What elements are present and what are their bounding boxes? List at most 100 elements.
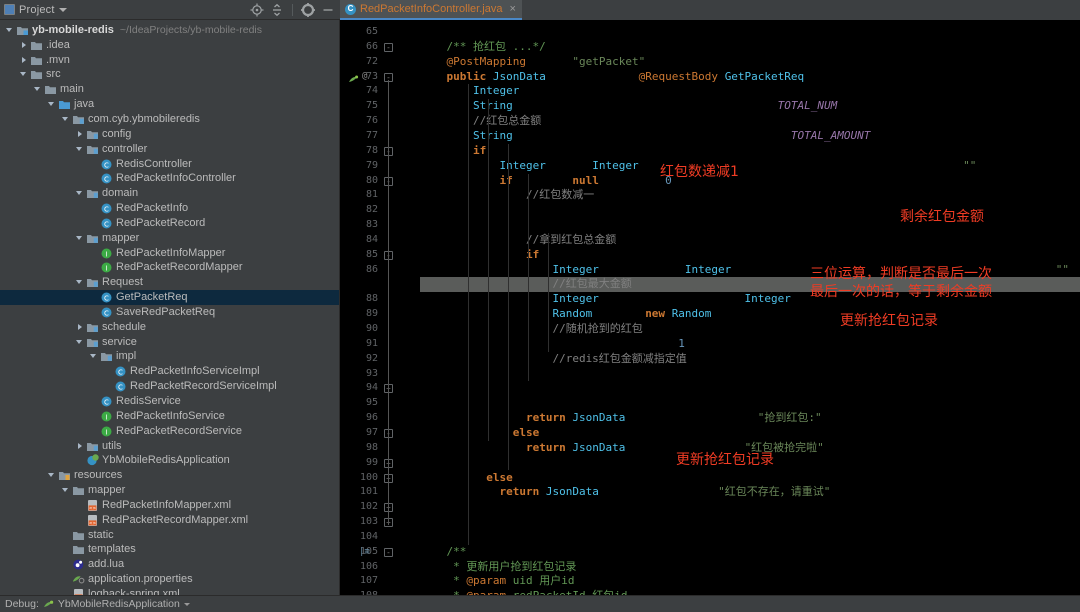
code-line[interactable]: //随机抢到的红包 xyxy=(420,322,643,337)
chevron-right-icon[interactable] xyxy=(20,41,29,50)
tree-item--mvn[interactable]: .mvn xyxy=(0,53,339,68)
code-line[interactable]: //红包最大金额 xyxy=(420,277,632,292)
code-line[interactable]: @PostMapping("str">"getPacket") xyxy=(420,55,652,70)
editor-gutter[interactable]: 6566727374757677787980818283848586888990… xyxy=(340,20,420,595)
code-line[interactable]: updateRedPacketInDB(req.getUid(),req.get… xyxy=(420,396,976,411)
tree-item-impl[interactable]: impl xyxy=(0,350,339,365)
code-line[interactable]: randomAmount =num==1?totalAmount:random.… xyxy=(420,337,937,352)
tree-item-redpacketinfomapper-xml[interactable]: <>RedPacketInfoMapper.xml xyxy=(0,498,339,513)
code-line[interactable]: } else { xyxy=(420,471,526,486)
tree-item-com-cyb-ybmobileredis[interactable]: com.cyb.ybmobileredis xyxy=(0,112,339,127)
tree-item-templates[interactable]: templates xyxy=(0,543,339,558)
chevron-down-icon[interactable] xyxy=(90,352,99,361)
tree-item-redisservice[interactable]: CRedisService xyxy=(0,394,339,409)
code-line[interactable]: * @param redPacketId 红包id xyxy=(420,589,627,595)
code-line[interactable]: } xyxy=(420,500,480,515)
tree-item-config[interactable]: config xyxy=(0,127,339,142)
code-line[interactable]: * @param uid 用户id xyxy=(420,574,574,589)
tree-item--idea[interactable]: .idea xyxy=(0,38,339,53)
chevron-down-icon[interactable] xyxy=(76,278,85,287)
tree-item-logback-spring-xml[interactable]: <>logback-spring.xml xyxy=(0,587,339,595)
tree-item-utils[interactable]: utils xyxy=(0,439,339,454)
tree-item-redpacketinfoserviceimpl[interactable]: CRedPacketInfoServiceImpl xyxy=(0,364,339,379)
tree-item-domain[interactable]: domain xyxy=(0,186,339,201)
close-icon[interactable]: × xyxy=(509,3,515,15)
collapse-all-icon[interactable] xyxy=(269,2,285,18)
code-line[interactable]: public JsonData getRedPacket(@RequestBod… xyxy=(420,70,851,85)
tree-item-redpacketrecord[interactable]: CRedPacketRecord xyxy=(0,216,339,231)
chevron-down-icon[interactable] xyxy=(48,471,57,480)
code-line[interactable]: Random random=new Random(); xyxy=(420,307,731,322)
chevron-right-icon[interactable] xyxy=(20,56,29,65)
chevron-down-icon[interactable] xyxy=(48,100,57,109)
editor-tab-redpacketinfocontroller[interactable]: C RedPacketInfoController.java × xyxy=(340,0,522,20)
tree-item-request[interactable]: Request xyxy=(0,275,339,290)
status-bar-config-name[interactable]: YbMobileRedisApplication xyxy=(58,598,180,610)
code-line[interactable]: } else { xyxy=(420,426,552,441)
code-line[interactable]: /** 抢红包 ...*/ xyxy=(420,40,546,55)
tree-item-redpacketrecordservice[interactable]: IRedPacketRecordService xyxy=(0,424,339,439)
code-line[interactable]: //拿到红包总金额 xyxy=(420,233,616,248)
tree-item-static[interactable]: static xyxy=(0,528,339,543)
tree-item-controller[interactable]: controller xyxy=(0,142,339,157)
code-line[interactable]: Integer randomAmount=0; xyxy=(420,84,625,99)
tree-item-java[interactable]: java xyxy=(0,97,339,112)
tree-item-resources[interactable]: resources xyxy=(0,468,339,483)
tree-item-redpacketinfoservice[interactable]: IRedPacketInfoService xyxy=(0,409,339,424)
chevron-down-icon[interactable] xyxy=(76,189,85,198)
tree-item-redpacketrecordserviceimpl[interactable]: CRedPacketRecordServiceImpl xyxy=(0,379,339,394)
code-line[interactable]: /** xyxy=(420,545,466,560)
chevron-down-icon[interactable] xyxy=(6,26,15,35)
tree-item-yb-mobile-redis[interactable]: yb-mobile-redis~/IdeaProjects/yb-mobile-… xyxy=(0,23,339,38)
tree-item-mapper[interactable]: mapper xyxy=(0,231,339,246)
tree-item-redpacketrecordmapper-xml[interactable]: <>RedPacketRecordMapper.xml xyxy=(0,513,339,528)
tree-item-redpacketinfo[interactable]: CRedPacketInfo xyxy=(0,201,339,216)
annotation-gutter-icon[interactable]: @ xyxy=(362,71,367,81)
tree-item-src[interactable]: src xyxy=(0,68,339,83)
chevron-down-icon[interactable] xyxy=(76,234,85,243)
code-content[interactable]: /** 抢红包 ...*/ @PostMapping("str">"getPac… xyxy=(420,20,1080,595)
code-line[interactable]: String redPacketName = req.getRedPacketI… xyxy=(420,99,844,114)
tree-item-saveredpacketreq[interactable]: CSaveRedPacketReq xyxy=(0,305,339,320)
code-line[interactable]: return JsonData.buildError("str">"红包被抢完啦… xyxy=(420,441,837,456)
code-line[interactable]: return JsonData.buildError("str">"红包不存在，… xyxy=(420,485,844,500)
code-line[interactable]: //redis红包金额减指定值 xyxy=(420,352,687,367)
tree-item-redpacketrecordmapper[interactable]: IRedPacketRecordMapper xyxy=(0,261,339,276)
code-line[interactable]: //红包总金额 xyxy=(420,114,541,129)
usage-gutter-icon[interactable]: |≡ xyxy=(359,547,370,557)
tree-item-main[interactable]: main xyxy=(0,82,339,97)
minimize-icon[interactable] xyxy=(320,2,336,18)
code-line[interactable]: } xyxy=(420,456,506,471)
chevron-down-icon[interactable] xyxy=(76,338,85,347)
tree-item-redpacketinfomapper[interactable]: IRedPacketInfoMapper xyxy=(0,246,339,261)
chevron-down-icon[interactable] xyxy=(62,115,71,124)
tree-item-rediscontroller[interactable]: CRedisController xyxy=(0,157,339,172)
code-editor[interactable]: 6566727374757677787980818283848586888990… xyxy=(340,20,1080,595)
code-line[interactable]: if (num != null && num > 0) { xyxy=(420,174,692,189)
tree-item-ybmobileredisapplication[interactable]: YbMobileRedisApplication xyxy=(0,453,339,468)
spring-bean-gutter-icon[interactable] xyxy=(348,72,359,83)
tree-item-schedule[interactable]: schedule xyxy=(0,320,339,335)
tree-item-application-properties[interactable]: application.properties xyxy=(0,572,339,587)
locate-icon[interactable] xyxy=(249,2,265,18)
tree-item-mapper[interactable]: mapper xyxy=(0,483,339,498)
chevron-right-icon[interactable] xyxy=(76,130,85,139)
chevron-down-icon[interactable] xyxy=(76,145,85,154)
chevron-down-icon[interactable] xyxy=(59,8,67,12)
code-line[interactable]: } xyxy=(420,515,453,530)
code-line[interactable]: if (redisService.exists(totalAmountName)… xyxy=(420,248,804,263)
code-line[interactable]: return JsonData.buildSuccess("str">"抢到红包… xyxy=(420,411,921,426)
gear-icon[interactable] xyxy=(300,2,316,18)
code-fold-toggle[interactable]: - xyxy=(384,548,393,557)
tree-item-add-lua[interactable]: add.lua xyxy=(0,557,339,572)
chevron-right-icon[interactable] xyxy=(76,323,85,332)
chevron-down-icon[interactable] xyxy=(62,486,71,495)
chevron-down-icon[interactable] xyxy=(34,85,43,94)
code-line[interactable]: } xyxy=(420,381,533,396)
tree-item-redpacketinfocontroller[interactable]: CRedPacketInfoController xyxy=(0,171,339,186)
code-line[interactable]: * 更新用户抢到红包记录 xyxy=(420,560,576,575)
chevron-right-icon[interactable] xyxy=(76,442,85,451)
project-tree[interactable]: yb-mobile-redis~/IdeaProjects/yb-mobile-… xyxy=(0,20,340,595)
chevron-down-icon[interactable] xyxy=(184,603,190,606)
tree-item-service[interactable]: service xyxy=(0,335,339,350)
